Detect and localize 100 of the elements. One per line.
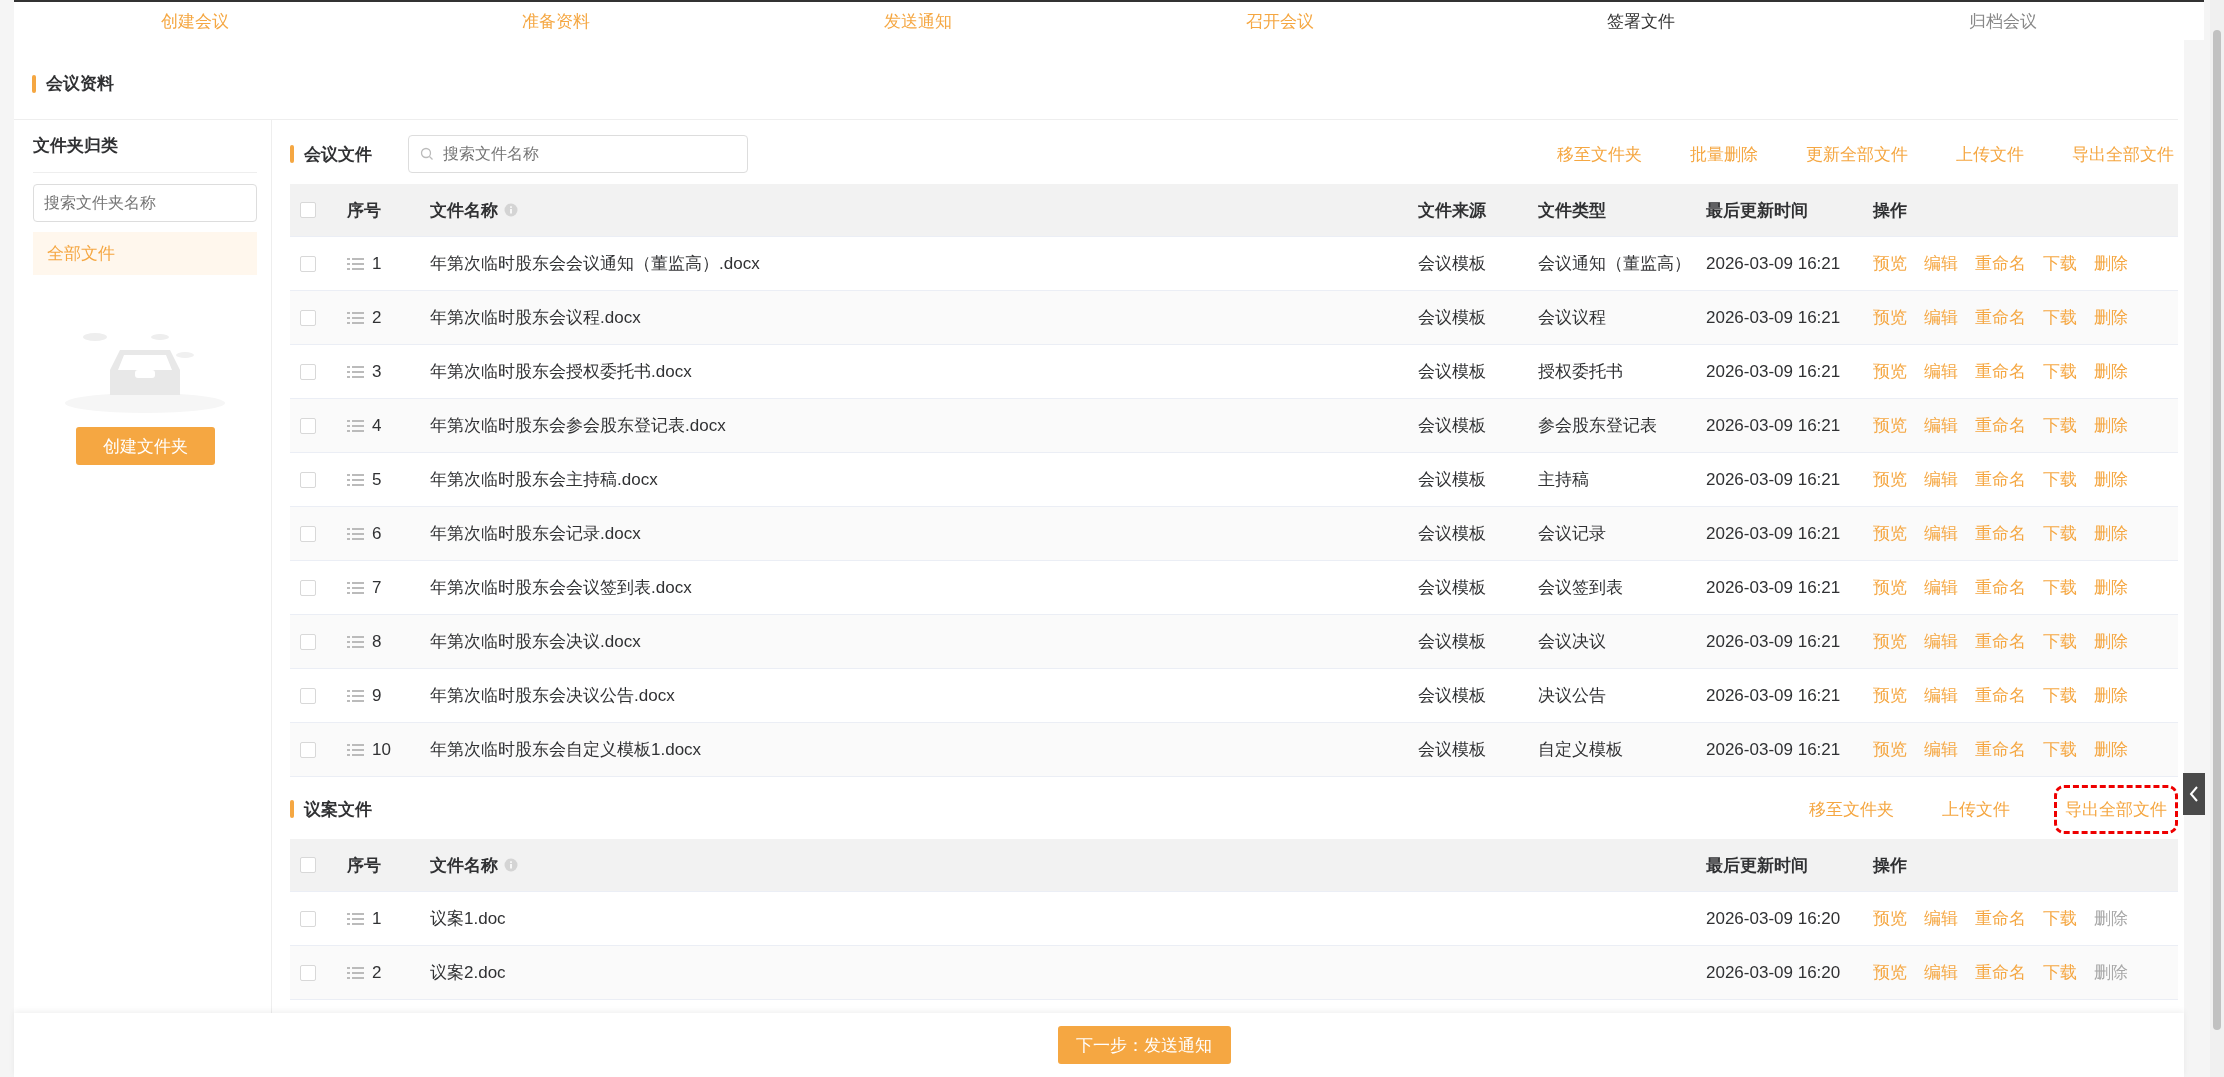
drag-handle-icon[interactable] [347, 473, 364, 486]
drag-handle-icon[interactable] [347, 311, 364, 324]
row-checkbox[interactable] [300, 471, 316, 488]
collapse-handle[interactable] [2183, 773, 2205, 815]
row-action-link[interactable]: 删除 [2094, 306, 2128, 329]
drag-handle-icon[interactable] [347, 419, 364, 432]
row-action-link[interactable]: 重命名 [1975, 576, 2026, 599]
row-action-link[interactable]: 下载 [2043, 360, 2077, 383]
folder-search-field[interactable]: 搜索文件夹名称 [33, 184, 257, 222]
row-action-link[interactable]: 重命名 [1975, 522, 2026, 545]
row-action-link[interactable]: 重命名 [1975, 306, 2026, 329]
row-action-link[interactable]: 编辑 [1924, 360, 1958, 383]
toolbar-link[interactable]: 导出全部文件 [2054, 784, 2178, 834]
row-action-link[interactable]: 重命名 [1975, 468, 2026, 491]
step-tab[interactable]: 准备资料 [522, 9, 591, 33]
row-action-link[interactable]: 删除 [2094, 630, 2128, 653]
drag-handle-icon[interactable] [347, 581, 364, 594]
row-action-link[interactable]: 预览 [1873, 907, 1907, 930]
create-folder-button[interactable]: 创建文件夹 [75, 427, 215, 465]
row-action-link[interactable]: 编辑 [1924, 414, 1958, 437]
toolbar-link[interactable]: 移至文件夹 [1553, 132, 1646, 176]
row-action-link[interactable]: 编辑 [1924, 961, 1958, 984]
row-checkbox[interactable] [300, 579, 316, 596]
next-step-button[interactable]: 下一步：发送通知 [1057, 1026, 1231, 1064]
drag-handle-icon[interactable] [347, 527, 364, 540]
toolbar-link[interactable]: 移至文件夹 [1805, 787, 1898, 831]
row-checkbox[interactable] [300, 309, 316, 326]
step-tab[interactable]: 归档会议 [1969, 9, 2038, 33]
toolbar-link[interactable]: 上传文件 [1938, 787, 2014, 831]
row-checkbox[interactable] [300, 741, 316, 758]
row-checkbox[interactable] [300, 363, 316, 380]
row-action-link[interactable]: 删除 [2094, 468, 2128, 491]
row-action-link[interactable]: 下载 [2043, 306, 2077, 329]
step-tab[interactable]: 签署文件 [1607, 9, 1676, 33]
row-checkbox[interactable] [300, 633, 316, 650]
row-action-link[interactable]: 预览 [1873, 961, 1907, 984]
select-all-checkbox[interactable] [300, 202, 316, 218]
row-action-link[interactable]: 删除 [2094, 252, 2128, 275]
row-action-link[interactable]: 预览 [1873, 360, 1907, 383]
drag-handle-icon[interactable] [347, 912, 364, 925]
row-action-link[interactable]: 删除 [2094, 522, 2128, 545]
select-all-checkbox[interactable] [300, 857, 316, 873]
row-action-link[interactable]: 重命名 [1975, 252, 2026, 275]
row-action-link[interactable]: 编辑 [1924, 252, 1958, 275]
row-action-link[interactable]: 删除 [2094, 414, 2128, 437]
row-action-link[interactable]: 编辑 [1924, 630, 1958, 653]
row-action-link[interactable]: 下载 [2043, 252, 2077, 275]
row-action-link[interactable]: 重命名 [1975, 414, 2026, 437]
row-action-link[interactable]: 编辑 [1924, 738, 1958, 761]
row-checkbox[interactable] [300, 255, 316, 272]
row-action-link[interactable]: 下载 [2043, 576, 2077, 599]
row-action-link[interactable]: 下载 [2043, 961, 2077, 984]
drag-handle-icon[interactable] [347, 257, 364, 270]
row-checkbox[interactable] [300, 964, 316, 981]
row-action-link[interactable]: 编辑 [1924, 468, 1958, 491]
row-action-link[interactable]: 编辑 [1924, 907, 1958, 930]
row-action-link[interactable]: 删除 [2094, 576, 2128, 599]
row-action-link[interactable]: 重命名 [1975, 907, 2026, 930]
row-action-link[interactable]: 下载 [2043, 907, 2077, 930]
drag-handle-icon[interactable] [347, 635, 364, 648]
scrollbar-thumb[interactable] [2213, 30, 2221, 1030]
row-checkbox[interactable] [300, 910, 316, 927]
row-action-link[interactable]: 下载 [2043, 738, 2077, 761]
toolbar-link[interactable]: 批量删除 [1686, 132, 1762, 176]
drag-handle-icon[interactable] [347, 689, 364, 702]
row-action-link[interactable]: 预览 [1873, 306, 1907, 329]
row-action-link[interactable]: 预览 [1873, 684, 1907, 707]
row-action-link[interactable]: 下载 [2043, 414, 2077, 437]
row-action-link[interactable]: 重命名 [1975, 360, 2026, 383]
row-action-link[interactable]: 重命名 [1975, 961, 2026, 984]
row-action-link[interactable]: 编辑 [1924, 522, 1958, 545]
step-tab[interactable]: 创建会议 [160, 9, 229, 33]
row-action-link[interactable]: 预览 [1873, 738, 1907, 761]
row-action-link[interactable]: 重命名 [1975, 738, 2026, 761]
drag-handle-icon[interactable] [347, 966, 364, 979]
row-action-link[interactable]: 重命名 [1975, 684, 2026, 707]
row-action-link[interactable]: 编辑 [1924, 684, 1958, 707]
row-action-link[interactable]: 删除 [2094, 360, 2128, 383]
row-action-link[interactable]: 预览 [1873, 468, 1907, 491]
row-action-link[interactable]: 下载 [2043, 468, 2077, 491]
row-action-link[interactable]: 预览 [1873, 576, 1907, 599]
step-tab[interactable]: 发送通知 [884, 9, 953, 33]
folder-item[interactable]: 全部文件 [33, 232, 257, 275]
step-tab[interactable]: 召开会议 [1245, 9, 1314, 33]
toolbar-link[interactable]: 上传文件 [1952, 132, 2028, 176]
row-action-link[interactable]: 预览 [1873, 252, 1907, 275]
row-action-link[interactable]: 删除 [2094, 684, 2128, 707]
row-action-link[interactable]: 预览 [1873, 522, 1907, 545]
drag-handle-icon[interactable] [347, 743, 364, 756]
row-action-link[interactable]: 重命名 [1975, 630, 2026, 653]
row-action-link[interactable]: 下载 [2043, 630, 2077, 653]
row-checkbox[interactable] [300, 417, 316, 434]
row-action-link[interactable]: 预览 [1873, 630, 1907, 653]
row-action-link[interactable]: 下载 [2043, 522, 2077, 545]
row-action-link[interactable]: 编辑 [1924, 306, 1958, 329]
row-checkbox[interactable] [300, 687, 316, 704]
row-action-link[interactable]: 删除 [2094, 738, 2128, 761]
drag-handle-icon[interactable] [347, 365, 364, 378]
row-action-link[interactable]: 下载 [2043, 684, 2077, 707]
toolbar-link[interactable]: 导出全部文件 [2068, 132, 2178, 176]
